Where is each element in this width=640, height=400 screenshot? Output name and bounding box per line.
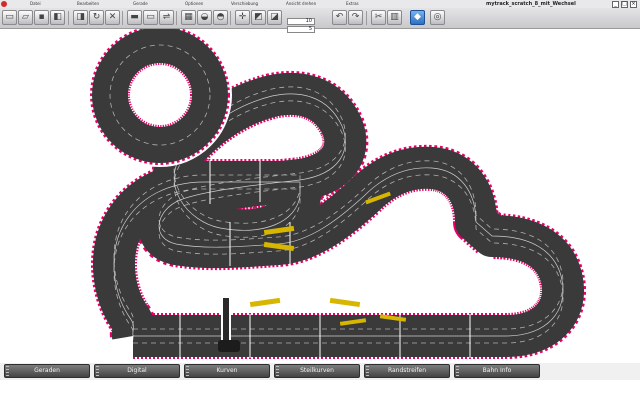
lane-change-arrow xyxy=(249,297,281,308)
toolbar-group-label-straight: Gerade xyxy=(133,1,148,6)
tab-label: Digital xyxy=(127,367,147,374)
tab-label: Randstreifen xyxy=(387,367,427,374)
car-icon[interactable]: ◒ xyxy=(197,10,212,25)
toolbar: ▭ ▱ ▪ ◧ ◨ ↻ ✕ ▬ ▭ ⇌ ▦ ◒ ◓ ✛ ◩ ◪ 10 5 ↶ ↷… xyxy=(0,8,640,33)
grip-icon xyxy=(456,366,459,376)
open-folder-icon[interactable]: ▱ xyxy=(18,10,33,25)
toolbar-group-label-file: Datei xyxy=(30,1,41,6)
window-title: mytrack_scratch_8_mit_Wechsel xyxy=(486,1,576,7)
tools-icon[interactable]: ✂ xyxy=(371,10,386,25)
move-segment-icon[interactable]: ◩ xyxy=(251,10,266,25)
grip-icon xyxy=(186,366,189,376)
track-canvas[interactable] xyxy=(0,29,640,359)
toolbar-separator xyxy=(122,11,123,25)
tab-steilkurven[interactable]: Steilkurven xyxy=(274,364,360,378)
loop-surface[interactable] xyxy=(92,29,228,163)
toolbar-separator xyxy=(230,11,231,25)
save-icon[interactable]: ▪ xyxy=(34,10,49,25)
toolbar-group-label-move: Verschiebung xyxy=(231,1,259,6)
tab-bahn-info[interactable]: Bahn Info xyxy=(454,364,540,378)
minimize-button[interactable]: _ xyxy=(612,1,619,8)
maximize-button[interactable]: □ xyxy=(621,1,628,8)
save-as-icon[interactable]: ◧ xyxy=(50,10,65,25)
undo-icon[interactable]: ◨ xyxy=(73,10,88,25)
app-logo-icon[interactable] xyxy=(1,1,7,7)
tab-randstreifen[interactable]: Randstreifen xyxy=(364,364,450,378)
toolbar-separator xyxy=(366,11,367,25)
grip-icon xyxy=(96,366,99,376)
grid-icon[interactable]: ▦ xyxy=(181,10,196,25)
short-straight-icon[interactable]: ▭ xyxy=(143,10,158,25)
bottom-tab-bar: Geraden Digital Kurven Steilkurven Rands… xyxy=(0,363,640,380)
toolbar-separator xyxy=(68,11,69,25)
toolbar-group-label-options: Optionen xyxy=(185,1,204,6)
tab-label: Kurven xyxy=(216,367,238,374)
lane-change-icon[interactable]: ⇌ xyxy=(159,10,174,25)
title-bar: Datei Bearbeiten Gerade Optionen Verschi… xyxy=(0,0,640,8)
lane-change-arrow xyxy=(329,297,361,308)
toolbar-group-label-rotate: Ansicht drehen xyxy=(286,1,317,6)
rotate-right-icon[interactable]: ↷ xyxy=(348,10,363,25)
move-track-icon[interactable]: ◪ xyxy=(267,10,282,25)
cut-icon[interactable]: ✕ xyxy=(105,10,120,25)
tab-label: Bahn Info xyxy=(482,367,512,374)
close-button[interactable]: × xyxy=(630,1,637,8)
grip-icon xyxy=(366,366,369,376)
tab-kurven[interactable]: Kurven xyxy=(184,364,270,378)
tab-digital[interactable]: Digital xyxy=(94,364,180,378)
toolbar-group-label-edit: Bearbeiten xyxy=(77,1,99,6)
toolbar-separator xyxy=(176,11,177,25)
tab-label: Geraden xyxy=(34,367,60,374)
zoom-value-field[interactable]: 10 xyxy=(287,18,315,25)
tab-label: Steilkurven xyxy=(300,367,334,374)
tab-geraden[interactable]: Geraden xyxy=(4,364,90,378)
grip-icon xyxy=(6,366,9,376)
control-unit-icon[interactable] xyxy=(218,340,240,352)
straight-track-icon[interactable]: ▬ xyxy=(127,10,142,25)
grip-icon xyxy=(276,366,279,376)
rotate-left-icon[interactable]: ↶ xyxy=(332,10,347,25)
settings-icon[interactable]: ◎ xyxy=(430,10,445,25)
car-alt-icon[interactable]: ◓ xyxy=(213,10,228,25)
rotate-icon[interactable]: ↻ xyxy=(89,10,104,25)
move-icon[interactable]: ✛ xyxy=(235,10,250,25)
toolbar-group-label-extras: Extras xyxy=(346,1,359,6)
measure-icon[interactable]: ▥ xyxy=(387,10,402,25)
loop-curve[interactable] xyxy=(88,29,232,167)
view-3d-icon[interactable]: ◆ xyxy=(410,10,425,25)
new-file-icon[interactable]: ▭ xyxy=(2,10,17,25)
start-grid-inner xyxy=(223,298,229,344)
